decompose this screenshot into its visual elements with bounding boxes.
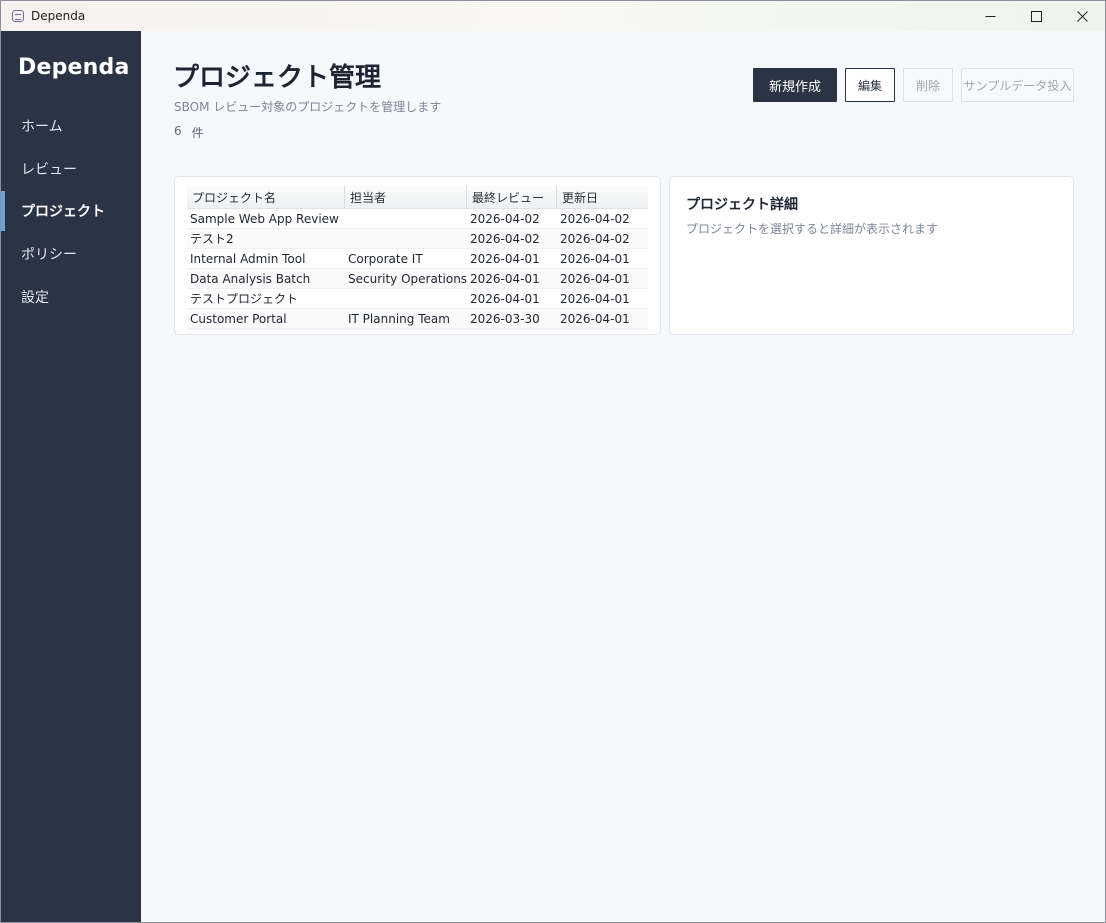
cell-owner xyxy=(345,209,467,228)
cell-project-name: Sample Web App Review xyxy=(190,211,339,226)
window-title: Dependa xyxy=(31,9,86,23)
sidebar-item-label: ホーム xyxy=(21,119,63,135)
title-bar[interactable]: Dependa xyxy=(1,1,1105,31)
cell-last-review: 2026-04-01 xyxy=(470,291,540,306)
table-row[interactable]: Customer Portal IT Planning Team 2026-03… xyxy=(187,309,648,329)
cell-updated: 2026-04-01 xyxy=(560,271,630,286)
column-header-updated[interactable]: 更新日 xyxy=(557,186,648,208)
sidebar-item-label: レビュー xyxy=(21,162,77,178)
maximize-button[interactable] xyxy=(1013,1,1059,31)
page-subtitle: SBOM レビュー対象のプロジェクトを管理します xyxy=(174,100,442,114)
window-controls xyxy=(967,1,1105,31)
cell-project-name: Internal Admin Tool xyxy=(190,251,306,266)
sidebar-item-home[interactable]: ホーム xyxy=(1,106,141,146)
table-body: Sample Web App Review 2026-04-02 2026-04… xyxy=(187,209,648,329)
detail-placeholder: プロジェクトを選択すると詳細が表示されます xyxy=(686,222,939,236)
app-window: Dependa Dependa ホーム レビュー プロジェクト ポリシー 設定 … xyxy=(0,0,1106,923)
sidebar-item-label: ポリシー xyxy=(21,247,77,263)
app-icon xyxy=(12,10,24,22)
table-row[interactable]: Sample Web App Review 2026-04-02 2026-04… xyxy=(187,209,648,229)
sidebar-item-review[interactable]: レビュー xyxy=(1,149,141,189)
sidebar-item-label: プロジェクト xyxy=(21,204,105,220)
cell-last-review: 2026-04-02 xyxy=(470,211,540,226)
delete-button[interactable]: 削除 xyxy=(903,68,953,102)
cell-project-name: Customer Portal xyxy=(190,311,287,326)
project-table: プロジェクト名 担当者 最終レビュー 更新日 Sample Web App Re… xyxy=(187,186,648,329)
table-row[interactable]: Internal Admin Tool Corporate IT 2026-04… xyxy=(187,249,648,269)
sidebar-item-projects[interactable]: プロジェクト xyxy=(1,191,141,231)
cell-last-review: 2026-04-02 xyxy=(470,231,540,246)
column-header-owner[interactable]: 担当者 xyxy=(345,186,467,208)
edit-button[interactable]: 編集 xyxy=(845,68,895,102)
cell-owner: IT Planning Team xyxy=(348,311,450,326)
sidebar-item-settings[interactable]: 設定 xyxy=(1,277,141,317)
column-header-project-name[interactable]: プロジェクト名 xyxy=(187,186,345,208)
sidebar: Dependa ホーム レビュー プロジェクト ポリシー 設定 xyxy=(1,31,141,922)
sidebar-item-policy[interactable]: ポリシー xyxy=(1,234,141,274)
cell-updated: 2026-04-01 xyxy=(560,311,630,326)
cell-project-name: テストプロジェクト xyxy=(190,292,299,306)
cell-last-review: 2026-04-01 xyxy=(470,271,540,286)
new-project-button[interactable]: 新規作成 xyxy=(753,68,837,102)
cell-last-review: 2026-03-30 xyxy=(470,311,540,326)
cell-updated: 2026-04-02 xyxy=(560,231,630,246)
cell-updated: 2026-04-02 xyxy=(560,211,630,226)
detail-title: プロジェクト詳細 xyxy=(686,197,798,213)
maximize-icon xyxy=(1030,10,1042,22)
page-title: プロジェクト管理 xyxy=(173,63,382,93)
cell-project-name: テスト2 xyxy=(190,232,234,246)
cell-owner: Security Operations xyxy=(348,271,467,286)
table-row[interactable]: テスト2 2026-04-02 2026-04-02 xyxy=(187,229,648,249)
table-row[interactable]: Data Analysis Batch Security Operations … xyxy=(187,269,648,289)
cell-owner: Corporate IT xyxy=(348,251,423,266)
project-detail-card: プロジェクト詳細 プロジェクトを選択すると詳細が表示されます xyxy=(669,176,1074,335)
minimize-button[interactable] xyxy=(967,1,1013,31)
minimize-icon xyxy=(985,15,995,17)
cell-project-name: Data Analysis Batch xyxy=(190,271,311,286)
column-header-last-review[interactable]: 最終レビュー xyxy=(467,186,557,208)
count-unit: 件 xyxy=(191,126,204,140)
item-count: 6 件 xyxy=(174,124,204,141)
cell-owner xyxy=(345,229,467,248)
count-value: 6 xyxy=(174,124,182,138)
brand-logo: Dependa xyxy=(18,55,130,80)
cell-updated: 2026-04-01 xyxy=(560,291,630,306)
table-row[interactable]: テストプロジェクト 2026-04-01 2026-04-01 xyxy=(187,289,648,309)
cell-owner xyxy=(345,289,467,308)
table-header: プロジェクト名 担当者 最終レビュー 更新日 xyxy=(187,186,648,209)
cell-last-review: 2026-04-01 xyxy=(470,251,540,266)
main-content: プロジェクト管理 SBOM レビュー対象のプロジェクトを管理します 6 件 新規… xyxy=(141,31,1105,922)
close-button[interactable] xyxy=(1059,1,1105,31)
cell-updated: 2026-04-01 xyxy=(560,251,630,266)
load-sample-data-button[interactable]: サンプルデータ投入 xyxy=(961,68,1074,102)
project-table-card: プロジェクト名 担当者 最終レビュー 更新日 Sample Web App Re… xyxy=(174,176,661,335)
sidebar-item-label: 設定 xyxy=(21,290,49,306)
close-icon xyxy=(1076,10,1088,22)
